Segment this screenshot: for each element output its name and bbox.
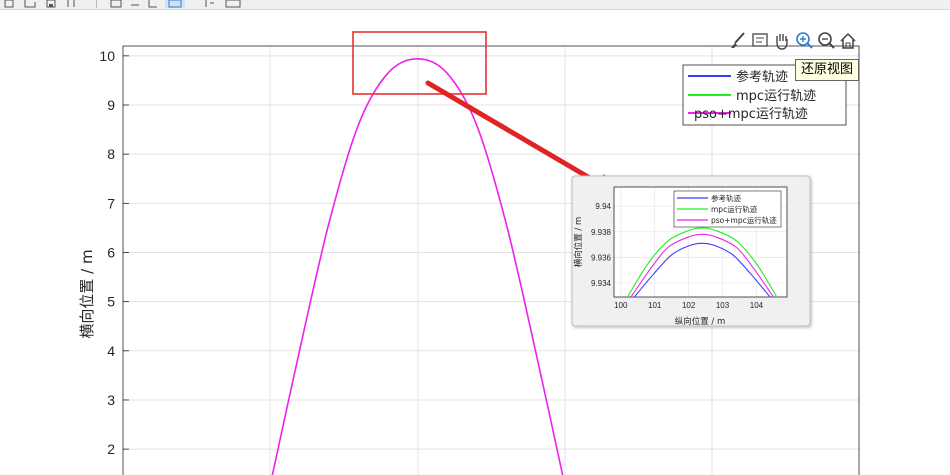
inset-legend: 参考轨迹 mpc运行轨迹 pso+mpc运行轨迹 bbox=[673, 190, 782, 228]
main-ytick-label-7: 3 bbox=[107, 392, 115, 408]
inset-chart: 9.94 9.938 9.936 9.934 100 101 102 103 104 纵向位置… bbox=[571, 175, 811, 327]
inset-xtick-label-0: 100 bbox=[614, 301, 628, 310]
main-ytick-label-4: 6 bbox=[107, 244, 115, 260]
home-icon[interactable] bbox=[838, 30, 858, 52]
inset-xtick-label-2: 102 bbox=[682, 301, 696, 310]
main-ytick-label-1: 9 bbox=[107, 97, 115, 113]
highlight-box bbox=[352, 31, 487, 95]
main-ytick-label-8: 2 bbox=[107, 441, 115, 457]
main-ytick-label-0: 10 bbox=[99, 48, 115, 64]
legend-label-mpc: mpc运行轨迹 bbox=[736, 89, 816, 104]
inset-ylabel: 横向位置 / m bbox=[573, 217, 584, 268]
inset-xtick-label-1: 101 bbox=[648, 301, 662, 310]
inset-xlabel: 纵向位置 / m bbox=[675, 316, 726, 327]
inset-ytick-label-2: 9.936 bbox=[591, 253, 612, 262]
pan-hand-icon[interactable] bbox=[772, 30, 792, 52]
inset-xtick-label-4: 104 bbox=[750, 301, 764, 310]
inset-ytick-label-3: 9.934 bbox=[591, 279, 612, 288]
brush-icon[interactable] bbox=[728, 30, 748, 52]
main-ytick-label-3: 7 bbox=[107, 195, 115, 211]
main-ytick-label-2: 8 bbox=[107, 146, 115, 162]
inset-legend-label-reference: 参考轨迹 bbox=[711, 193, 741, 203]
legend-label-pso-mpc: pso+mpc运行轨迹 bbox=[694, 107, 808, 122]
inset-ytick-label-1: 9.938 bbox=[591, 228, 612, 237]
inset-legend-label-pso-mpc: pso+mpc运行轨迹 bbox=[711, 215, 777, 225]
main-y-ticks: 10 9 8 7 6 5 4 3 2 bbox=[99, 48, 129, 457]
main-ytick-label-6: 4 bbox=[107, 343, 115, 359]
zoom-in-icon[interactable] bbox=[794, 30, 814, 52]
inset-ytick-label-0: 9.94 bbox=[595, 202, 611, 211]
main-ytick-label-5: 5 bbox=[107, 294, 115, 310]
zoom-arrow-shaft bbox=[425, 80, 603, 187]
inset-legend-label-mpc: mpc运行轨迹 bbox=[711, 204, 758, 214]
zoom-out-icon[interactable] bbox=[816, 30, 836, 52]
data-tips-icon[interactable] bbox=[750, 30, 770, 52]
inset-xtick-label-3: 103 bbox=[716, 301, 730, 310]
legend-label-reference: 参考轨迹 bbox=[736, 69, 788, 85]
restore-view-tooltip: 还原视图 bbox=[795, 59, 860, 81]
main-ylabel: 横向位置 / m bbox=[78, 249, 96, 338]
